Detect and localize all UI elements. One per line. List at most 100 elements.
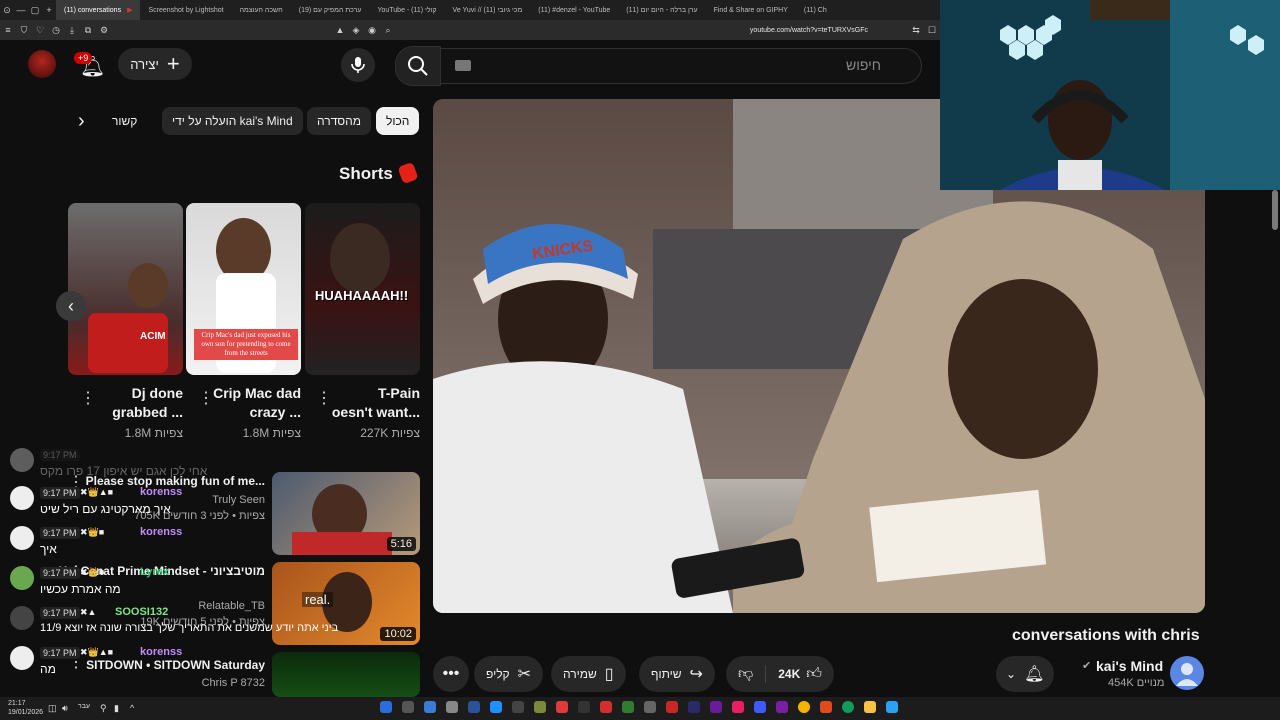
subscribe-bell-button[interactable]: ⌄ 🔔︎ [996,656,1055,692]
chat-message: 9:17 PM אחי לכן אגם יש איפון 17 פרו מקס [10,448,275,484]
app-icon[interactable] [380,701,392,713]
settings-icon[interactable]: ⚙ [96,25,112,36]
app-icon[interactable] [622,701,634,713]
like-button[interactable]: 👍︎ [806,665,834,683]
notification-tray-icon[interactable]: ◫ [48,703,57,714]
more-icon[interactable]: ⋮ [198,388,214,408]
browser-tab[interactable]: (11) conversations ▶ [56,0,141,20]
browser-tab[interactable]: Ve Yuvi // (11) מכי גיובי [445,0,531,20]
chat-message: 9:17 PM ✖👑■ korenss איך [10,526,275,562]
warning-icon[interactable]: ▲ [332,25,348,35]
channel-name[interactable]: kai's Mind [1096,658,1163,674]
app-icon[interactable] [776,701,788,713]
short-thumbnail[interactable]: HUAHAAAAH!! [305,203,420,375]
download-icon[interactable]: ⤓ [64,25,80,36]
save-button[interactable]: שמירה ▯ [551,656,626,692]
app-icon[interactable] [556,701,568,713]
wallet-icon[interactable]: ◉ [364,25,380,36]
shorts-prev-button[interactable]: ‹ [56,291,86,321]
bookmark-star-icon[interactable]: ☐ [924,25,940,36]
chip-series[interactable]: מהסדרה [307,107,372,135]
video-duration: 5:16 [386,537,416,551]
chat-badges-icon: ✖👑■ [80,567,105,577]
avatar[interactable] [28,50,56,78]
more-icon[interactable]: ⋮ [316,388,332,408]
app-icon[interactable] [512,701,524,713]
browser-tab[interactable]: YouTube - (11) קולי [369,0,444,20]
short-overlay-text: HUAHAAAAH!! [315,288,409,303]
scrollbar-thumb[interactable] [1272,190,1278,230]
shield-icon[interactable]: ⛉ [16,25,32,36]
app-icon[interactable] [754,701,766,713]
more-icon[interactable]: ⋮ [80,388,96,408]
app-icon[interactable] [710,701,722,713]
clip-button[interactable]: קליפ ✂ [474,656,544,692]
url-text[interactable]: youtube.com/watch?v=teTURXVsGFc [750,27,868,34]
screenshot-icon[interactable]: ⧉ [80,25,96,36]
app-icon[interactable] [600,701,612,713]
app-icon[interactable] [490,701,502,713]
swap-icon[interactable]: ⇆ [908,25,924,36]
app-icon[interactable] [666,701,678,713]
chevron-up-icon[interactable]: ^ [130,703,134,713]
share-button[interactable]: שיתוף ↪ [639,656,715,692]
shorts-title: Shorts [339,164,393,183]
window-menu-icon[interactable]: ⊙ [0,5,14,16]
history-icon[interactable]: ◷ [48,25,64,36]
bookmark-icon[interactable]: ♡ [32,25,48,36]
folder-icon[interactable] [864,701,876,713]
search-button[interactable] [395,46,441,86]
browser-tab[interactable]: (11) Ch [796,0,835,20]
video-thumbnail[interactable] [272,652,420,697]
brave-icon[interactable] [820,701,832,713]
app-icon[interactable] [534,701,546,713]
chat-avatar [10,646,34,670]
brave-shield-icon[interactable]: ◈ [348,25,364,36]
short-thumbnail[interactable]: Crip Mac's dad just exposed his own son … [186,203,301,375]
video-thumbnail[interactable]: 5:16 [272,472,420,555]
app-icon[interactable] [688,701,700,713]
app-icon[interactable] [732,701,744,713]
dislike-button[interactable]: 👎︎ [738,665,767,683]
app-icon[interactable] [644,701,656,713]
chip-related[interactable]: קשור [108,107,141,135]
minimize-icon[interactable]: — [14,5,28,15]
short-thumbnail[interactable]: ACIM [68,203,183,375]
browser-tab[interactable]: חשכה העוצמה [232,0,291,20]
create-button[interactable]: יצירה + [118,48,192,80]
chip-all[interactable]: הכול [376,107,420,135]
zoom-icon[interactable]: ⌕ [380,25,396,36]
browser-tab[interactable]: Find & Share on GIPHY [706,0,796,20]
chevron-right-icon[interactable]: › [78,110,85,133]
menu-icon[interactable]: ≡ [0,25,16,35]
search-input[interactable]: חיפוש [440,48,922,84]
channel-avatar[interactable] [1170,656,1204,690]
browser-tab[interactable]: Screenshot by Lightshot [140,0,231,20]
mic-button[interactable] [341,48,375,82]
app-icon[interactable] [402,701,414,713]
app-icon[interactable] [578,701,590,713]
browser-tab-strip: ⊙ — ▢ + (11) conversations ▶ Screenshot b… [0,0,940,20]
clip-label: קליפ [486,667,510,681]
chrome-icon[interactable] [798,701,810,713]
volume-icon[interactable]: 🔊︎ [62,703,68,714]
language-indicator[interactable]: עבר [78,703,90,710]
browser-tab[interactable]: (11) #denzel - YouTube [530,0,618,20]
new-tab-icon[interactable]: + [42,5,56,15]
chat-text: איך מארקטינג עם ריל שיט [40,502,171,516]
app-icon[interactable] [424,701,436,713]
app-icon[interactable] [468,701,480,713]
short-caption: Crip Mac's dad just exposed his own son … [194,329,298,360]
browser-tab[interactable]: (19) ערכת המפיק עם [291,0,370,20]
like-count[interactable]: 24K [766,667,806,681]
network-icon[interactable]: ▮ [114,703,119,714]
chip-uploaded-by[interactable]: הועלה על ידי kai's Mind [162,107,303,135]
maximize-icon[interactable]: ▢ [28,5,42,16]
keyboard-icon[interactable] [455,60,471,71]
windows-start-icon[interactable] [886,701,898,713]
edge-icon[interactable] [842,701,854,713]
browser-tab[interactable]: (11) ערן ברלה - היום יום [618,0,705,20]
mic-tray-icon[interactable]: ⚲ [100,703,107,714]
more-actions-button[interactable]: ••• [433,656,469,692]
app-icon[interactable] [446,701,458,713]
